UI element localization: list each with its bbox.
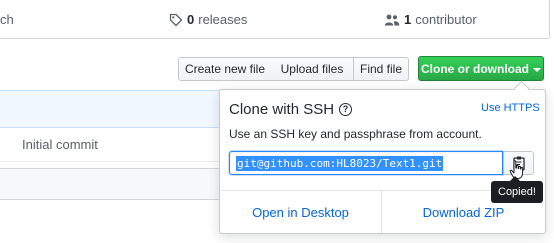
contributors-stat[interactable]: 1 contributor — [384, 12, 477, 27]
commit-message[interactable]: Initial commit — [22, 137, 98, 152]
people-icon — [384, 14, 400, 25]
clone-or-download-label: Clone or download — [421, 61, 529, 76]
question-icon[interactable]: ? — [339, 103, 353, 116]
contributors-count: 1 — [404, 12, 412, 27]
find-file-button[interactable]: Find file — [353, 57, 409, 81]
open-in-desktop-link[interactable]: Open in Desktop — [220, 191, 381, 233]
clone-url-input[interactable]: git@github.com:HL8023/Text1.git — [229, 151, 503, 175]
download-zip-link[interactable]: Download ZIP — [382, 191, 545, 233]
create-new-file-button[interactable]: Create new file — [178, 57, 272, 81]
clone-or-download-button[interactable]: Clone or download — [418, 56, 544, 81]
branches-stat[interactable]: ch — [0, 12, 14, 27]
clone-url-text: git@github.com:HL8023/Text1.git — [236, 155, 444, 171]
caret-down-icon — [533, 67, 541, 72]
clone-title-text: Clone with SSH — [229, 101, 335, 118]
releases-stat[interactable]: 0 releases — [169, 12, 247, 27]
readme-header — [0, 168, 228, 200]
contributors-label: contributor — [415, 12, 477, 27]
releases-label: releases — [198, 12, 248, 27]
tag-icon — [169, 13, 183, 26]
branches-label: ch — [0, 12, 14, 27]
commit-header — [0, 90, 228, 128]
releases-count: 0 — [187, 12, 195, 27]
clone-description: Use an SSH key and passphrase from accou… — [229, 127, 482, 141]
clone-panel-title: Clone with SSH ? — [229, 101, 353, 118]
use-https-link[interactable]: Use HTTPS — [481, 102, 540, 114]
upload-files-button[interactable]: Upload files — [271, 57, 354, 81]
